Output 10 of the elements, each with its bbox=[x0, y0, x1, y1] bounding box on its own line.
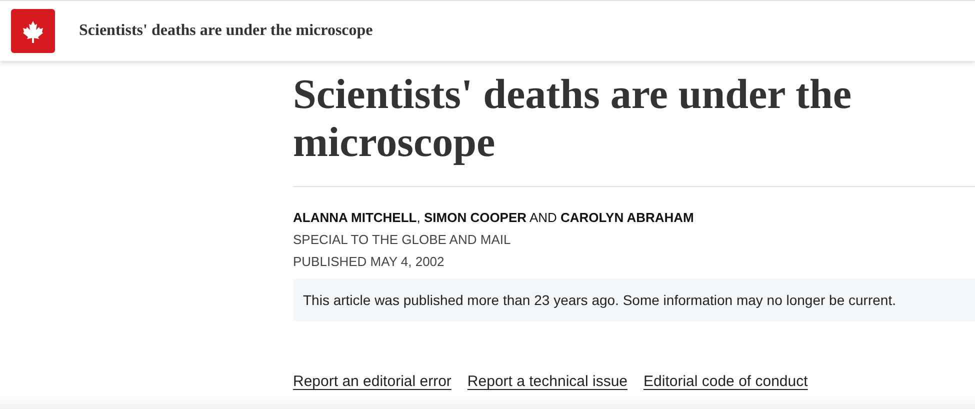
notice-banner: This article was published more than 23 years ago. Some information may no longer be current. bbox=[293, 279, 975, 321]
footer-link[interactable]: Report an editorial error bbox=[293, 371, 452, 394]
byline: ALANNA MITCHELL, SIMON COOPER AND CAROLYN ABRAHAM bbox=[293, 209, 695, 227]
publish-date: PUBLISHED MAY 4, 2002 bbox=[293, 253, 446, 271]
footer-link[interactable]: Report a technical issue bbox=[467, 371, 628, 394]
source-label: SPECIAL TO THE GLOBE AND MAIL bbox=[293, 231, 512, 249]
header-title: Scientists' deaths are under the microscope bbox=[79, 21, 373, 41]
footer-link[interactable]: Editorial code of conduct bbox=[644, 371, 808, 394]
maple-leaf-logo-icon[interactable] bbox=[11, 9, 55, 53]
headline: Scientists' deaths are under the microscope bbox=[293, 71, 852, 167]
